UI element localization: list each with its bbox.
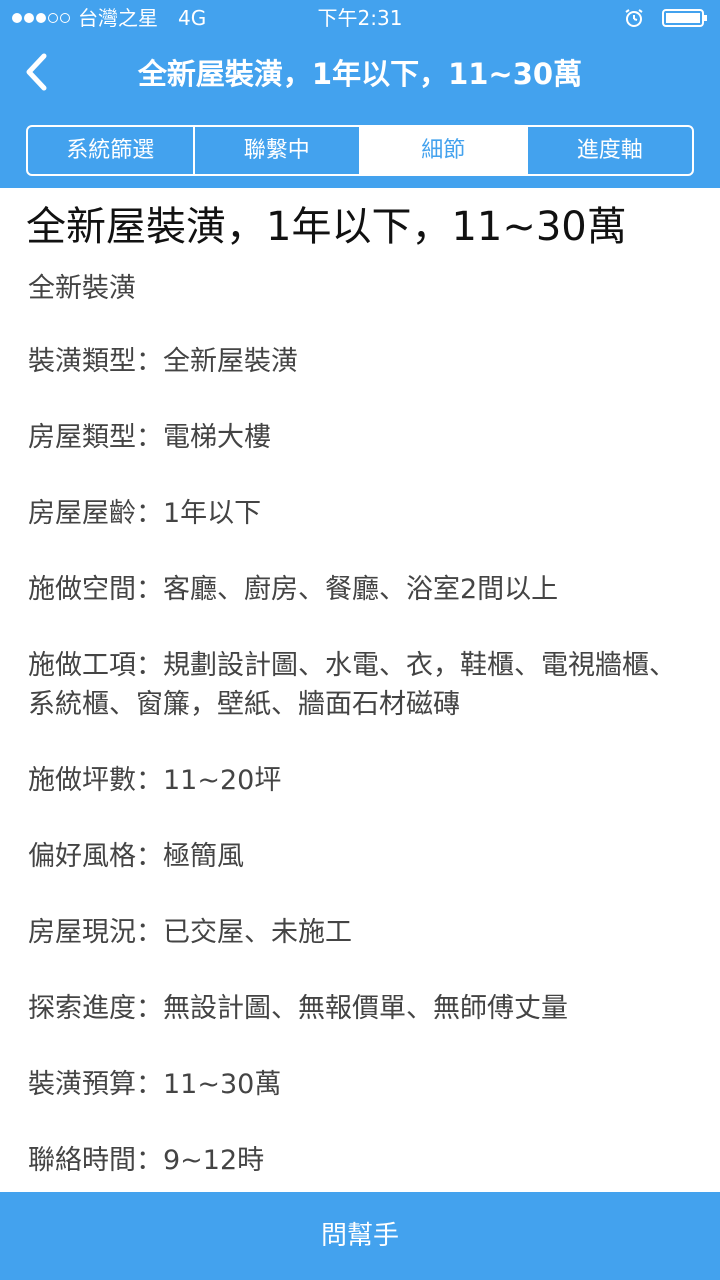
status-right xyxy=(624,0,708,36)
status-time: 下午2:31 xyxy=(317,6,403,30)
detail-item-budget: 裝潢預算：11~30萬 xyxy=(28,1069,282,1100)
nav-title: 全新屋裝潢，1年以下，11~30萬 xyxy=(137,57,583,91)
detail-content: 全新屋裝潢，1年以下，11~30萬 全新裝潢 裝潢類型：全新屋裝潢 房屋類型：電… xyxy=(0,188,720,1192)
detail-item-work-items: 施做工項：規劃設計圖、水電、衣，鞋櫃、電視牆櫃、系統櫃、窗簾，壁紙、牆面石材磁磚 xyxy=(28,650,676,720)
detail-title: 全新屋裝潢，1年以下，11~30萬 xyxy=(26,204,627,250)
app-header: 台灣之星 4G 下午2:31 全新屋裝潢，1年以下，11~30萬 系統篩選 聯繫… xyxy=(0,0,720,188)
detail-item-house-type: 房屋類型：電梯大樓 xyxy=(28,422,271,453)
tab-contacting[interactable]: 聯繫中 xyxy=(195,127,361,174)
detail-item-spaces: 施做空間：客廳、廚房、餐廳、浴室2間以上 xyxy=(28,574,559,605)
detail-item-house-age: 房屋屋齡：1年以下 xyxy=(28,498,262,529)
ask-helper-button[interactable]: 問幫手 xyxy=(0,1192,720,1280)
tab-details[interactable]: 細節 xyxy=(361,127,528,174)
alarm-icon xyxy=(624,8,644,28)
detail-item-style: 偏好風格：極簡風 xyxy=(28,841,244,872)
tab-timeline[interactable]: 進度軸 xyxy=(528,127,693,174)
detail-item-contact-time: 聯絡時間：9~12時 xyxy=(28,1145,265,1176)
chevron-left-icon xyxy=(24,52,50,96)
detail-item-house-status: 房屋現況：已交屋、未施工 xyxy=(28,917,352,948)
tab-bar: 系統篩選 聯繫中 細節 進度軸 xyxy=(26,125,694,176)
battery-icon xyxy=(662,8,708,28)
detail-list: 裝潢類型：全新屋裝潢 房屋類型：電梯大樓 房屋屋齡：1年以下 施做空間：客廳、廚… xyxy=(28,342,698,1192)
status-bar: 台灣之星 4G 下午2:31 xyxy=(0,0,720,36)
detail-subtitle: 全新裝潢 xyxy=(28,273,136,304)
detail-item-progress: 探索進度：無設計圖、無報價單、無師傅丈量 xyxy=(28,993,568,1024)
detail-item-renovation-type: 裝潢類型：全新屋裝潢 xyxy=(28,346,298,377)
back-button[interactable] xyxy=(12,46,62,102)
detail-item-area: 施做坪數：11~20坪 xyxy=(28,765,282,796)
tab-system-filter[interactable]: 系統篩選 xyxy=(28,127,195,174)
nav-bar: 全新屋裝潢，1年以下，11~30萬 xyxy=(0,36,720,112)
